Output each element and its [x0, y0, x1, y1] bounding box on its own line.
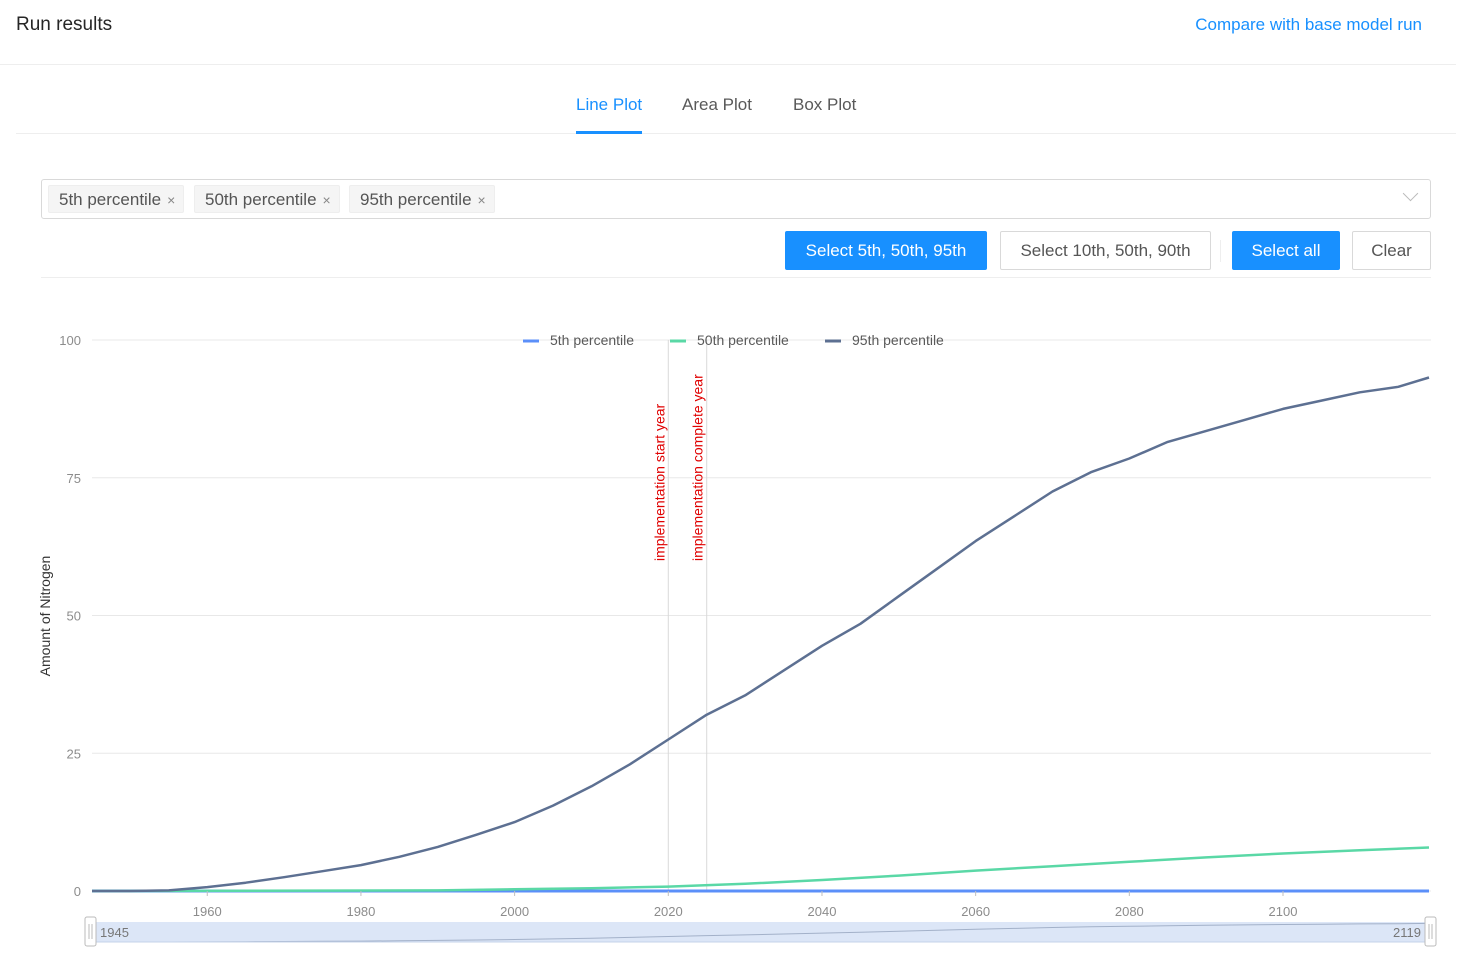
tab-box-plot[interactable]: Box Plot [793, 95, 856, 115]
range-slider-track [91, 922, 1431, 942]
chevron-down-icon[interactable] [1402, 185, 1419, 202]
percentile-select[interactable]: 5th percentile × 50th percentile × 95th pe… [41, 179, 1431, 219]
x-tick-label: 2020 [654, 904, 683, 919]
annotation-label: implementation complete year [690, 374, 706, 561]
section-divider [41, 277, 1431, 278]
clear-button[interactable]: Clear [1352, 231, 1431, 270]
remove-tag-icon[interactable]: × [478, 192, 486, 208]
line-95th-percentile [92, 376, 1430, 893]
legend-label: 5th percentile [550, 332, 634, 348]
tab-line-plot[interactable]: Line Plot [576, 95, 642, 115]
line-chart: implementation start year implementation … [37, 332, 1437, 947]
remove-tag-icon[interactable]: × [323, 192, 331, 208]
annotation-label: implementation start year [651, 403, 667, 561]
select-10-50-90-button[interactable]: Select 10th, 50th, 90th [1000, 231, 1211, 270]
page-header: Run results Compare with base model run [0, 0, 1456, 65]
y-tick-label: 75 [67, 471, 81, 486]
tag-5th-percentile: 5th percentile × [48, 185, 185, 213]
slider-handle-start[interactable] [84, 916, 97, 947]
y-tick-label: 0 [74, 884, 81, 899]
y-axis-label: Amount of Nitrogen [37, 556, 53, 677]
remove-tag-icon[interactable]: × [167, 192, 175, 208]
x-tick-label: 2000 [500, 904, 529, 919]
y-tick-label: 100 [59, 333, 81, 348]
tag-label: 50th percentile [205, 190, 317, 209]
x-tick-label: 2100 [1269, 904, 1298, 919]
x-tick-label: 2040 [808, 904, 837, 919]
x-tick-label: 2080 [1115, 904, 1144, 919]
legend-label: 50th percentile [697, 332, 789, 348]
select-5-50-95-button[interactable]: Select 5th, 50th, 95th [785, 231, 987, 270]
page-title: Run results [16, 14, 113, 35]
compare-with-base-link[interactable]: Compare with base model run [1195, 15, 1422, 35]
y-tick-label: 50 [67, 609, 81, 624]
button-separator [1220, 240, 1221, 262]
y-tick-label: 25 [67, 746, 81, 761]
active-tab-indicator [576, 131, 642, 134]
tab-area-plot[interactable]: Area Plot [682, 95, 752, 115]
x-tick-label: 1960 [193, 904, 222, 919]
tag-label: 5th percentile [59, 190, 162, 209]
tag-95th-percentile: 95th percentile × [349, 185, 495, 213]
slider-preview-line [92, 922, 1430, 943]
slider-handle-end[interactable] [1424, 916, 1437, 947]
tag-label: 95th percentile [360, 190, 472, 209]
x-tick-label: 1980 [346, 904, 375, 919]
slider-end-label: 2119 [1393, 925, 1421, 940]
tag-50th-percentile: 50th percentile × [194, 185, 340, 213]
plot-tabs: Line Plot Area Plot Box Plot [16, 65, 1456, 134]
slider-start-label: 1945 [100, 925, 129, 940]
line-50th-percentile [91, 846, 1430, 893]
select-all-button[interactable]: Select all [1232, 231, 1340, 270]
x-tick-label: 2060 [961, 904, 990, 919]
legend-label: 95th percentile [852, 332, 944, 348]
